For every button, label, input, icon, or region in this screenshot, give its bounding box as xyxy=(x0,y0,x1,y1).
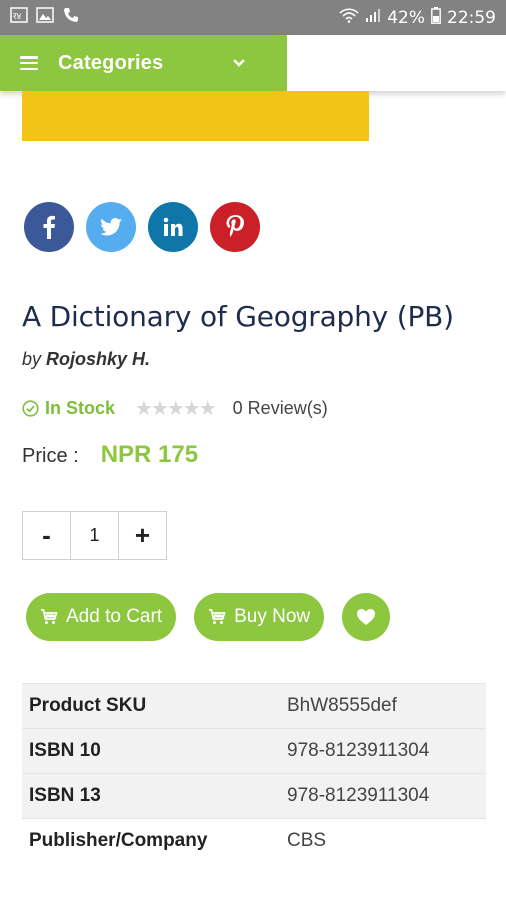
phone-icon xyxy=(62,6,80,29)
quantity-input[interactable]: 1 xyxy=(70,511,119,560)
review-count[interactable]: 0 Review(s) xyxy=(233,398,328,419)
table-row: Publisher/Company CBS xyxy=(22,818,486,864)
product-specs-table: Product SKU BhW8555def ISBN 10 978-81239… xyxy=(22,683,486,864)
check-circle-icon xyxy=(22,400,39,417)
spec-key: Product SKU xyxy=(22,683,280,729)
table-row: Product SKU BhW8555def xyxy=(22,683,486,729)
spec-key: Publisher/Company xyxy=(22,818,280,864)
spec-value: BhW8555def xyxy=(280,683,486,729)
categories-label: Categories xyxy=(58,51,164,74)
nepali-keyboard-icon: र४ xyxy=(10,7,28,28)
table-row: ISBN 13 978-8123911304 xyxy=(22,773,486,819)
status-right: 42% 22:59 xyxy=(339,6,496,29)
wifi-icon xyxy=(339,7,359,28)
svg-text:र४: र४ xyxy=(13,12,22,22)
stock-label: In Stock xyxy=(45,398,116,418)
stock-rating-row: In Stock ★★★★★ 0 Review(s) xyxy=(22,396,328,421)
stock-status: In Stock xyxy=(22,398,115,419)
product-title: A Dictionary of Geography (PB) xyxy=(22,300,454,333)
buy-now-label: Buy Now xyxy=(234,606,311,627)
menu-icon xyxy=(20,56,38,70)
social-share xyxy=(24,202,260,252)
author-line: by Rojoshky H. xyxy=(22,349,150,370)
buy-now-button[interactable]: Buy Now xyxy=(194,593,325,641)
clock: 22:59 xyxy=(447,7,496,28)
quantity-stepper: - 1 + xyxy=(22,511,167,560)
categories-dropdown[interactable]: Categories xyxy=(0,35,287,91)
spec-value: 978-8123911304 xyxy=(280,773,486,819)
cart-icon xyxy=(41,609,58,624)
author-name[interactable]: Rojoshky H. xyxy=(46,349,150,369)
action-buttons: Add to Cart Buy Now xyxy=(26,593,391,641)
decrease-button[interactable]: - xyxy=(22,511,71,560)
price-value: NPR 175 xyxy=(100,441,199,468)
price-row: Price : NPR 175 xyxy=(22,441,198,469)
add-to-cart-button[interactable]: Add to Cart xyxy=(26,593,177,641)
spec-key: ISBN 10 xyxy=(22,728,280,774)
price-label: Price : xyxy=(22,445,79,467)
facebook-icon[interactable] xyxy=(24,202,74,252)
add-to-cart-label: Add to Cart xyxy=(66,606,163,627)
battery-icon xyxy=(431,6,441,29)
heart-icon xyxy=(357,609,376,625)
cart-icon xyxy=(209,609,226,624)
increase-button[interactable]: + xyxy=(118,511,167,560)
by-label: by xyxy=(22,349,42,369)
spec-value: CBS xyxy=(280,818,486,864)
twitter-icon[interactable] xyxy=(86,202,136,252)
product-image xyxy=(22,91,369,141)
spec-key: ISBN 13 xyxy=(22,773,280,819)
image-icon xyxy=(36,7,54,28)
spec-value: 978-8123911304 xyxy=(280,728,486,774)
pinterest-icon[interactable] xyxy=(210,202,260,252)
linkedin-icon[interactable] xyxy=(148,202,198,252)
battery-percent: 42% xyxy=(387,7,425,28)
table-row: ISBN 10 978-8123911304 xyxy=(22,728,486,774)
signal-icon xyxy=(365,7,381,28)
header-bar: Categories xyxy=(0,35,506,91)
wishlist-button[interactable] xyxy=(342,593,391,641)
star-rating: ★★★★★ xyxy=(135,398,217,420)
chevron-down-icon xyxy=(232,55,246,73)
status-left: र४ xyxy=(10,6,80,29)
status-bar: र४ 42% 22:59 xyxy=(0,0,506,35)
